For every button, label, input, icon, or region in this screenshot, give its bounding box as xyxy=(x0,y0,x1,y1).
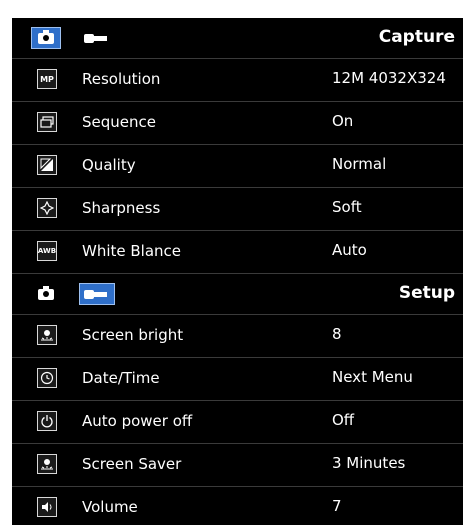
menu-value: 7 xyxy=(332,497,342,515)
menu-value: 3 Minutes xyxy=(332,454,406,472)
menu-label: Screen bright xyxy=(82,326,184,344)
clock-icon xyxy=(37,368,57,388)
sharpness-icon xyxy=(37,198,57,218)
menu-value: Next Menu xyxy=(332,368,413,386)
wrench-icon xyxy=(84,289,110,299)
setup-header: Setup xyxy=(12,274,463,315)
menu-row-auto-power-off[interactable]: Auto power off Off xyxy=(12,401,463,444)
white-balance-icon: AWB xyxy=(37,241,57,261)
wrench-icon xyxy=(84,33,110,43)
mp-icon: MP xyxy=(37,69,57,89)
menu-label: Quality xyxy=(82,156,136,174)
menu-label: Volume xyxy=(82,498,138,516)
camera-menu-screen: Capture MP Resolution 12M 4032X324 Seque… xyxy=(12,18,463,525)
menu-label: Resolution xyxy=(82,70,161,88)
tab-setup[interactable] xyxy=(79,283,115,305)
sequence-icon xyxy=(37,112,57,132)
menu-label: Sequence xyxy=(82,113,156,131)
menu-row-screen-saver[interactable]: Screen Saver 3 Minutes xyxy=(12,444,463,487)
menu-row-volume[interactable]: Volume 7 xyxy=(12,487,463,529)
screen-saver-icon xyxy=(37,454,57,474)
menu-value: Normal xyxy=(332,155,387,173)
speaker-icon xyxy=(37,497,57,517)
menu-row-white-balance[interactable]: AWB White Blance Auto xyxy=(12,231,463,274)
tab-capture[interactable] xyxy=(31,283,61,305)
power-icon xyxy=(37,411,57,431)
menu-row-date-time[interactable]: Date/Time Next Menu xyxy=(12,358,463,401)
menu-value: Soft xyxy=(332,198,362,216)
menu-value: Off xyxy=(332,411,355,429)
tab-setup[interactable] xyxy=(79,27,115,49)
menu-label: Sharpness xyxy=(82,199,161,217)
menu-label: Date/Time xyxy=(82,369,160,387)
menu-label: Screen Saver xyxy=(82,455,182,473)
camera-icon xyxy=(38,285,54,300)
menu-row-screen-bright[interactable]: Screen bright 8 xyxy=(12,315,463,358)
menu-row-sequence[interactable]: Sequence On xyxy=(12,102,463,145)
menu-row-resolution[interactable]: MP Resolution 12M 4032X324 xyxy=(12,59,463,102)
capture-header: Capture xyxy=(12,18,463,59)
menu-value: On xyxy=(332,112,354,130)
menu-value: 12M 4032X324 xyxy=(332,69,446,87)
menu-row-quality[interactable]: Quality Normal xyxy=(12,145,463,188)
section-title-capture: Capture xyxy=(378,27,455,47)
camera-icon xyxy=(38,29,54,44)
menu-label: White Blance xyxy=(82,242,182,260)
quality-icon xyxy=(37,155,57,175)
brightness-icon xyxy=(37,325,57,345)
menu-row-sharpness[interactable]: Sharpness Soft xyxy=(12,188,463,231)
tab-capture[interactable] xyxy=(31,27,61,49)
section-title-setup: Setup xyxy=(398,283,455,303)
menu-value: 8 xyxy=(332,325,342,343)
menu-value: Auto xyxy=(332,241,367,259)
menu-label: Auto power off xyxy=(82,412,193,430)
